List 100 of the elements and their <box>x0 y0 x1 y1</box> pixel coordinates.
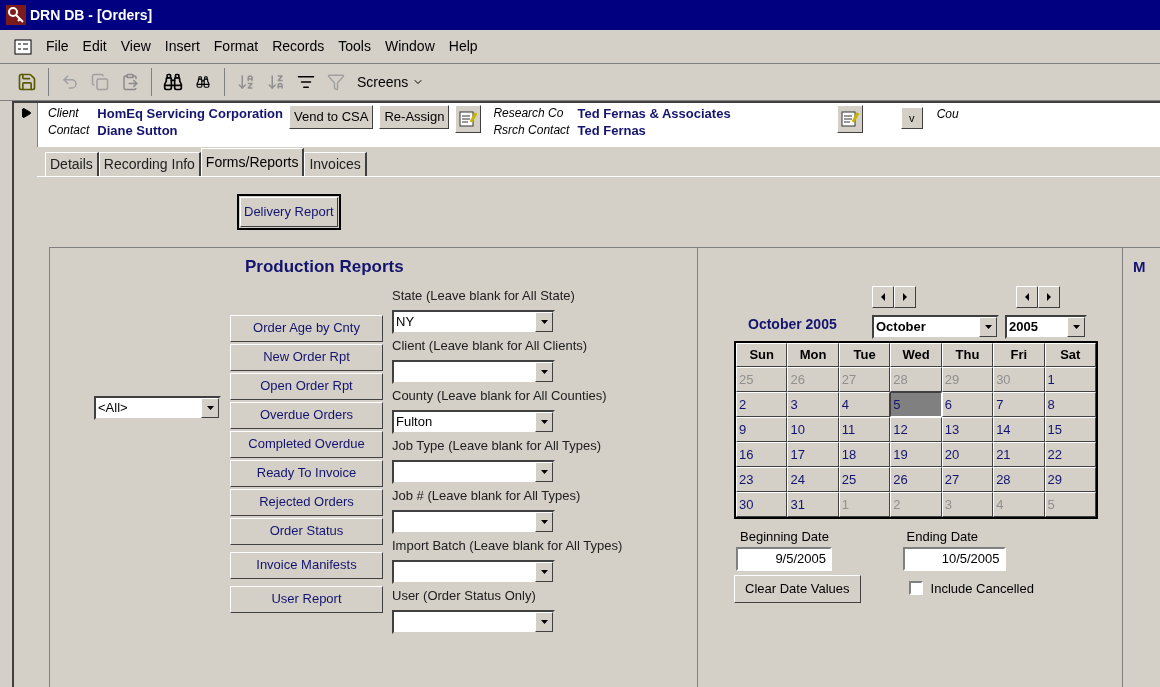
tab[interactable]: Details <box>45 152 99 176</box>
tab[interactable]: Forms/Reports <box>200 148 305 176</box>
weekday-header: Thu <box>941 343 994 367</box>
report-button[interactable]: Open Order Rpt <box>230 372 383 400</box>
filter-select[interactable] <box>392 609 555 634</box>
calendar-day[interactable]: 29 <box>1044 467 1096 492</box>
calendar-day[interactable]: 9 <box>736 417 788 442</box>
calendar-day[interactable]: 11 <box>838 417 891 442</box>
menu-item[interactable]: Insert <box>164 36 200 57</box>
dropdown-button[interactable] <box>535 411 553 432</box>
action-button[interactable]: Re-Assign <box>379 105 450 129</box>
menu-item[interactable]: Records <box>272 36 325 57</box>
clear-dates-button[interactable]: Clear Date Values <box>734 574 861 603</box>
previous-button[interactable] <box>1016 286 1038 308</box>
date-label: Beginning Date <box>739 528 830 546</box>
menu-item[interactable]: Edit <box>82 36 107 57</box>
calendar-day[interactable]: 20 <box>941 442 994 467</box>
calendar-day[interactable]: 10 <box>787 417 839 442</box>
report-button[interactable]: New Order Rpt <box>230 343 383 371</box>
menu-item[interactable]: Window <box>384 36 435 57</box>
calendar-day[interactable]: 16 <box>736 442 788 467</box>
dropdown-button[interactable] <box>201 397 219 418</box>
dropdown-button[interactable] <box>535 611 553 632</box>
menu-item[interactable]: Tools <box>338 36 371 57</box>
filter-select[interactable] <box>392 509 555 534</box>
caret-icon <box>1072 325 1080 329</box>
calendar-day[interactable]: 22 <box>1044 442 1096 467</box>
calendar-day[interactable]: 17 <box>787 442 839 467</box>
calendar-day[interactable]: 13 <box>941 417 994 442</box>
menu-item[interactable]: File <box>46 36 69 57</box>
calendar-day[interactable]: 15 <box>1044 417 1096 442</box>
dropdown-button[interactable] <box>535 461 553 482</box>
next-button[interactable] <box>894 286 916 308</box>
calendar-day[interactable]: 5 <box>890 392 942 417</box>
menu-item[interactable]: Format <box>213 36 259 57</box>
dropdown-button[interactable] <box>1067 317 1085 337</box>
calendar-day[interactable]: 21 <box>993 442 1045 467</box>
report-button[interactable]: Rejected Orders <box>230 488 383 516</box>
dropdown-button[interactable] <box>979 317 997 337</box>
menu-item[interactable]: Help <box>448 36 478 57</box>
calendar-day[interactable]: 28 <box>993 467 1045 492</box>
dropdown-button[interactable] <box>535 311 553 332</box>
small-button[interactable]: v <box>900 107 923 129</box>
calendar-day[interactable]: 30 <box>736 492 788 517</box>
ending-date-field[interactable]: 10/5/2005 <box>902 546 1006 571</box>
tab[interactable]: Recording Info <box>98 152 201 176</box>
calendar-day[interactable]: 31 <box>787 492 839 517</box>
calendar-day[interactable]: 26 <box>890 467 942 492</box>
dropdown-button[interactable] <box>535 511 553 532</box>
beginning-date-field[interactable]: 9/5/2005 <box>736 546 832 571</box>
calendar-day[interactable]: 23 <box>736 467 788 492</box>
calendar-day[interactable]: 19 <box>890 442 942 467</box>
dropdown-button[interactable] <box>535 561 553 582</box>
report-button[interactable]: Order Status <box>230 517 383 545</box>
note-button[interactable] <box>836 105 863 133</box>
report-button[interactable]: Completed Overdue <box>230 430 383 458</box>
report-button[interactable]: Ready To Invoice <box>230 459 383 487</box>
filter-select[interactable] <box>392 559 555 584</box>
report-button[interactable]: Overdue Orders <box>230 401 383 429</box>
record-selector[interactable] <box>12 101 37 687</box>
calendar-day[interactable]: 12 <box>890 417 942 442</box>
calendar-day[interactable]: 25 <box>838 467 891 492</box>
calendar-day[interactable]: 18 <box>838 442 891 467</box>
filter-form-icon[interactable] <box>297 73 315 91</box>
calendar-day[interactable]: 6 <box>941 392 994 417</box>
filter-select[interactable] <box>392 459 555 484</box>
weekday-header: Sun <box>736 343 788 367</box>
calendar-day[interactable]: 14 <box>993 417 1045 442</box>
calendar-day[interactable]: 1 <box>1044 367 1096 392</box>
weekday-header: Tue <box>838 343 891 367</box>
filter-label: Import Batch (Leave blank for All Types) <box>392 536 623 555</box>
report-button[interactable]: Order Age by Cnty <box>230 314 383 342</box>
month-select[interactable]: October <box>872 315 999 339</box>
report-button[interactable]: User Report <box>230 585 383 613</box>
next-button[interactable] <box>1038 286 1060 308</box>
binoculars-icon[interactable] <box>196 75 210 89</box>
save-icon[interactable] <box>17 72 37 92</box>
filter-select[interactable]: NY <box>392 309 555 334</box>
previous-button[interactable] <box>872 286 894 308</box>
calendar-day[interactable]: 2 <box>736 392 788 417</box>
calendar-day[interactable]: 27 <box>941 467 994 492</box>
filter-select[interactable]: Fulton <box>392 409 555 434</box>
checkbox[interactable] <box>908 581 923 596</box>
action-button[interactable]: Vend to CSA <box>289 105 374 129</box>
delivery-report-button[interactable]: Delivery Report <box>237 194 341 230</box>
tab[interactable]: Invoices <box>304 152 367 176</box>
dropdown-button[interactable] <box>535 361 553 382</box>
calendar-day[interactable]: 24 <box>787 467 839 492</box>
menu-item[interactable]: View <box>120 36 151 57</box>
binoculars-icon[interactable] <box>163 72 183 92</box>
note-button[interactable] <box>455 105 482 133</box>
calendar-day[interactable]: 7 <box>993 392 1045 417</box>
calendar-day[interactable]: 4 <box>838 392 891 417</box>
all-select[interactable]: <All> <box>94 395 221 420</box>
report-button[interactable]: Invoice Manifests <box>230 551 383 579</box>
filter-select[interactable] <box>392 359 555 384</box>
calendar-day[interactable]: 8 <box>1044 392 1096 417</box>
calendar-day[interactable]: 3 <box>787 392 839 417</box>
screens-menu-button[interactable]: Screens <box>353 71 429 93</box>
year-select[interactable]: 2005 <box>1005 315 1087 339</box>
